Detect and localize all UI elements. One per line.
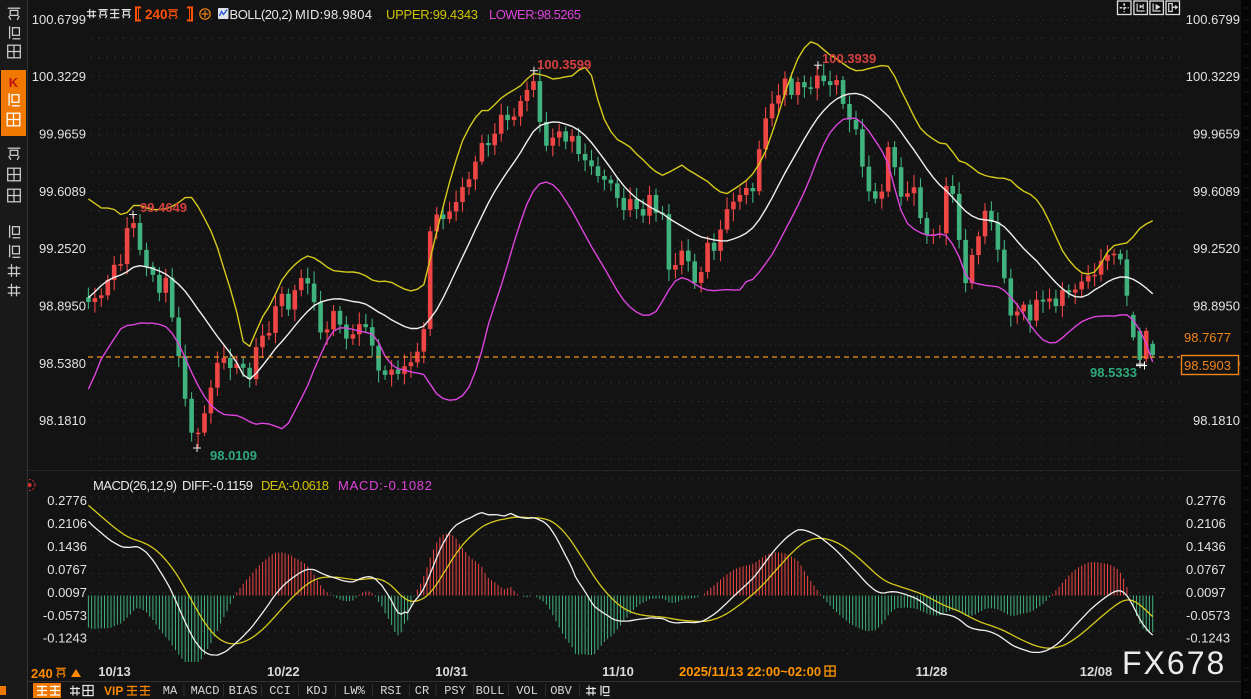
svg-text:0.1436: 0.1436	[1186, 539, 1226, 554]
svg-text:MA: MA	[163, 684, 178, 698]
svg-text:BOLL(20,2): BOLL(20,2)	[230, 7, 293, 22]
svg-text:100.3229: 100.3229	[1186, 69, 1240, 84]
svg-text:100.3229: 100.3229	[32, 69, 86, 84]
svg-text:LOWER:98.5265: LOWER:98.5265	[489, 7, 581, 22]
svg-text:10/13: 10/13	[98, 664, 131, 679]
svg-text:0.0767: 0.0767	[47, 562, 87, 577]
svg-text:CR: CR	[415, 684, 429, 698]
svg-text:98.5333: 98.5333	[1090, 365, 1137, 380]
svg-text:VOL: VOL	[516, 684, 538, 698]
svg-text:98.1810: 98.1810	[1193, 413, 1240, 428]
svg-text:0.1436: 0.1436	[47, 539, 87, 554]
svg-text:BIAS: BIAS	[229, 684, 258, 698]
svg-text:FX678: FX678	[1122, 645, 1226, 681]
svg-text:0.2776: 0.2776	[1186, 493, 1226, 508]
svg-text:0.2106: 0.2106	[1186, 516, 1226, 531]
svg-text:OBV: OBV	[550, 684, 572, 698]
svg-text:VIP: VIP	[104, 684, 123, 698]
svg-text:BOLL: BOLL	[476, 684, 505, 698]
svg-text:100.3939: 100.3939	[822, 51, 876, 66]
svg-text:10/31: 10/31	[435, 664, 468, 679]
svg-text:99.9659: 99.9659	[1193, 127, 1240, 142]
svg-text:98.8950: 98.8950	[39, 299, 86, 314]
svg-text:-0.0573: -0.0573	[43, 608, 87, 623]
svg-text:99.9659: 99.9659	[39, 127, 86, 142]
svg-text:DEA:-0.0618: DEA:-0.0618	[261, 478, 329, 493]
svg-text:-0.1243: -0.1243	[1186, 631, 1230, 646]
svg-text:11/10: 11/10	[602, 664, 634, 679]
svg-text:-0.1243: -0.1243	[43, 631, 87, 646]
svg-text:MID:98.9804: MID:98.9804	[295, 7, 372, 22]
svg-text:98.5903: 98.5903	[1184, 358, 1231, 373]
svg-text:11/28: 11/28	[916, 664, 948, 679]
svg-text:99.2520: 99.2520	[39, 241, 86, 256]
svg-text:KDJ: KDJ	[306, 684, 328, 698]
svg-text:240: 240	[145, 7, 168, 22]
svg-text:RSI: RSI	[380, 684, 402, 698]
svg-text:0.2106: 0.2106	[47, 516, 87, 531]
svg-text:100.6799: 100.6799	[1186, 12, 1240, 27]
svg-text:99.2520: 99.2520	[1193, 241, 1240, 256]
svg-text:98.1810: 98.1810	[39, 413, 86, 428]
svg-text:0.0097: 0.0097	[47, 585, 87, 600]
svg-text:MACD:-0.1082: MACD:-0.1082	[338, 478, 432, 493]
svg-text:99.4649: 99.4649	[140, 200, 187, 215]
svg-text:CCI: CCI	[269, 684, 291, 698]
svg-text:2025/11/13 22:00~02:00: 2025/11/13 22:00~02:00	[679, 664, 821, 679]
svg-text:0.0767: 0.0767	[1186, 562, 1226, 577]
svg-text:-0.0573: -0.0573	[1186, 608, 1230, 623]
svg-text:100.6799: 100.6799	[32, 12, 86, 27]
svg-text:MACD(26,12,9): MACD(26,12,9)	[93, 478, 177, 493]
svg-text:99.6089: 99.6089	[1193, 184, 1240, 199]
svg-text:UPPER:99.4343: UPPER:99.4343	[386, 7, 478, 22]
svg-text:98.0109: 98.0109	[210, 448, 257, 463]
svg-text:99.6089: 99.6089	[39, 184, 86, 199]
svg-text:10/22: 10/22	[267, 664, 300, 679]
svg-text:98.8950: 98.8950	[1193, 299, 1240, 314]
svg-text:98.5380: 98.5380	[39, 356, 86, 371]
svg-text:100.3599: 100.3599	[537, 57, 591, 72]
svg-text:MACD: MACD	[191, 684, 220, 698]
svg-text:0.0097: 0.0097	[1186, 585, 1226, 600]
svg-text:K: K	[9, 75, 19, 90]
svg-text:LW%: LW%	[343, 684, 365, 698]
svg-text:240: 240	[31, 666, 53, 681]
svg-text:12/08: 12/08	[1080, 664, 1113, 679]
svg-text:PSY: PSY	[444, 684, 466, 698]
svg-text:0.2776: 0.2776	[47, 493, 87, 508]
svg-text:98.7677: 98.7677	[1184, 330, 1231, 345]
svg-text:DIFF:-0.1159: DIFF:-0.1159	[182, 478, 253, 493]
